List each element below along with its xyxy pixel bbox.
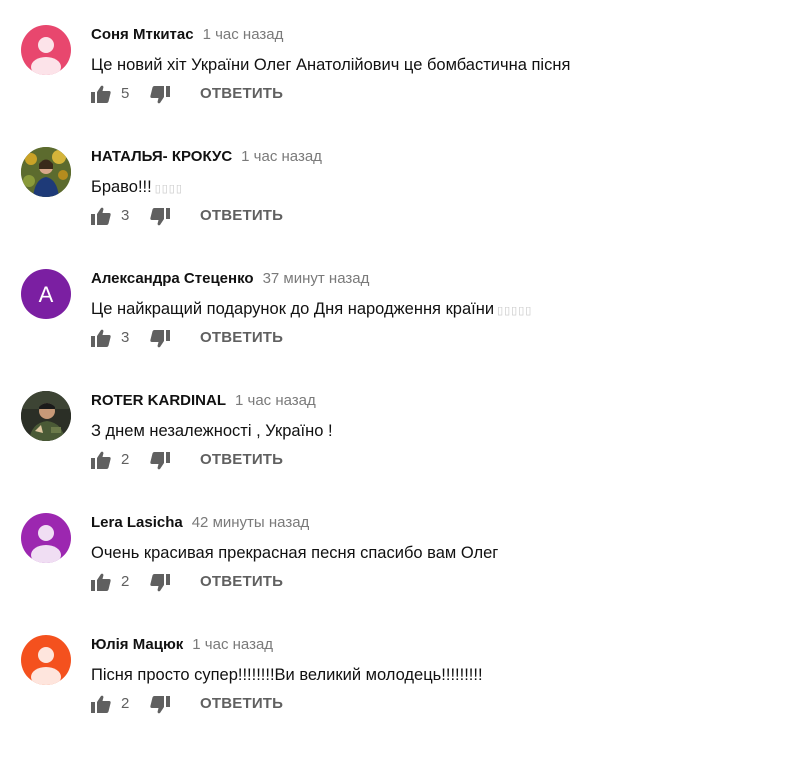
user-photo: [21, 391, 71, 441]
comment-timestamp[interactable]: 1 час назад: [203, 26, 284, 43]
thumbs-down-icon: [150, 574, 170, 592]
comment-text-content: Пісня просто супер!!!!!!!!Ви великий мол…: [91, 666, 483, 684]
like-button[interactable]: [91, 451, 111, 469]
comment-text: Це найкращий подарунок до Дня народження…: [91, 299, 532, 321]
comment-author[interactable]: Соня Мткитас: [91, 26, 194, 43]
comment-text: З днем незалежності , Україно !: [91, 421, 336, 443]
emoji-glyphs: ▯▯▯▯: [154, 183, 183, 195]
thumbs-up-icon: [91, 573, 111, 591]
comment-item: A Александра Стеценко 37 минут назад Це н…: [0, 269, 812, 391]
dislike-button[interactable]: [150, 330, 170, 348]
like-button[interactable]: [91, 695, 111, 713]
comment-timestamp[interactable]: 37 минут назад: [263, 270, 370, 287]
avatar[interactable]: [21, 25, 71, 75]
like-count: 3: [121, 207, 130, 224]
comment-text-content: Це новий хіт України Олег Анатолійович ц…: [91, 56, 571, 74]
comment-timestamp[interactable]: 42 минуты назад: [192, 514, 310, 531]
comment-actions: 3 ОТВЕТИТЬ: [91, 327, 331, 349]
thumbs-down-icon: [150, 86, 170, 104]
dislike-button[interactable]: [150, 86, 170, 104]
thumbs-up-icon: [91, 207, 111, 225]
comment-author[interactable]: НАТАЛЬЯ- КРОКУС: [91, 148, 232, 165]
thumbs-down-icon: [150, 696, 170, 714]
comment-text: Браво!!! ▯▯▯▯: [91, 177, 183, 199]
emoji-glyphs: ▯▯▯▯▯: [497, 305, 533, 317]
dislike-button[interactable]: [150, 574, 170, 592]
thumbs-down-icon: [150, 208, 170, 226]
comment-item: Соня Мткитас 1 час назад Це новий хіт Укр…: [0, 25, 812, 147]
reply-button[interactable]: ОТВЕТИТЬ: [200, 85, 283, 103]
comment-text-content: Браво!!!: [91, 178, 152, 196]
avatar-letter: A: [39, 282, 54, 307]
comment-actions: 2 ОТВЕТИТЬ: [91, 693, 331, 715]
letter-avatar: A: [39, 282, 54, 307]
user-photo: [21, 147, 71, 197]
like-count: 3: [121, 329, 130, 346]
dislike-button[interactable]: [150, 452, 170, 470]
like-button[interactable]: [91, 329, 111, 347]
comment-text: Очень красивая прекрасная песня спасибо …: [91, 543, 501, 565]
avatar[interactable]: [21, 147, 71, 197]
comment-actions: 2 ОТВЕТИТЬ: [91, 571, 331, 593]
avatar[interactable]: [21, 391, 71, 441]
comment-item: НАТАЛЬЯ- КРОКУС 1 час назад Браво!!! ▯▯▯▯ …: [0, 147, 812, 269]
comment-timestamp[interactable]: 1 час назад: [241, 148, 322, 165]
dislike-button[interactable]: [150, 696, 170, 714]
comment-item: ROTER KARDINAL 1 час назад З днем незалеж…: [0, 391, 812, 513]
comment-author[interactable]: Lera Lasicha: [91, 514, 183, 531]
thumbs-down-icon: [150, 330, 170, 348]
avatar[interactable]: A: [21, 269, 71, 319]
thumbs-up-icon: [91, 695, 111, 713]
comment-actions: 2 ОТВЕТИТЬ: [91, 449, 331, 471]
comment-text-content: Очень красивая прекрасная песня спасибо …: [91, 544, 499, 562]
like-button[interactable]: [91, 207, 111, 225]
comment-timestamp[interactable]: 1 час назад: [192, 636, 273, 653]
avatar[interactable]: [21, 513, 71, 563]
comment-text: Це новий хіт України Олег Анатолійович ц…: [91, 55, 573, 77]
like-button[interactable]: [91, 573, 111, 591]
comment-item: Lera Lasicha 42 минуты назад Очень красив…: [0, 513, 812, 635]
comment-text-content: З днем незалежності , Україно !: [91, 422, 333, 440]
comment-author[interactable]: Александра Стеценко: [91, 270, 254, 287]
thumbs-up-icon: [91, 85, 111, 103]
thumbs-up-icon: [91, 329, 111, 347]
comment-item: Юлія Мацюк 1 час назад Пісня просто супер…: [0, 635, 812, 757]
like-count: 5: [121, 85, 130, 102]
comment-text: Пісня просто супер!!!!!!!!Ви великий мол…: [91, 665, 486, 687]
like-count: 2: [121, 451, 130, 468]
comment-author[interactable]: Юлія Мацюк: [91, 636, 183, 653]
comment-actions: 3 ОТВЕТИТЬ: [91, 205, 331, 227]
comment-actions: 5 ОТВЕТИТЬ: [91, 83, 331, 105]
reply-button[interactable]: ОТВЕТИТЬ: [200, 573, 283, 591]
comment-text-content: Це найкращий подарунок до Дня народження…: [91, 300, 495, 318]
reply-button[interactable]: ОТВЕТИТЬ: [200, 451, 283, 469]
reply-button[interactable]: ОТВЕТИТЬ: [200, 329, 283, 347]
like-count: 2: [121, 573, 130, 590]
person-icon: [31, 647, 61, 685]
dislike-button[interactable]: [150, 208, 170, 226]
avatar[interactable]: [21, 635, 71, 685]
like-count: 2: [121, 695, 130, 712]
person-icon: [31, 525, 61, 563]
like-button[interactable]: [91, 85, 111, 103]
person-icon: [31, 37, 61, 75]
thumbs-up-icon: [91, 451, 111, 469]
reply-button[interactable]: ОТВЕТИТЬ: [200, 695, 283, 713]
comment-timestamp[interactable]: 1 час назад: [235, 392, 316, 409]
thumbs-down-icon: [150, 452, 170, 470]
comment-author[interactable]: ROTER KARDINAL: [91, 392, 226, 409]
reply-button[interactable]: ОТВЕТИТЬ: [200, 207, 283, 225]
